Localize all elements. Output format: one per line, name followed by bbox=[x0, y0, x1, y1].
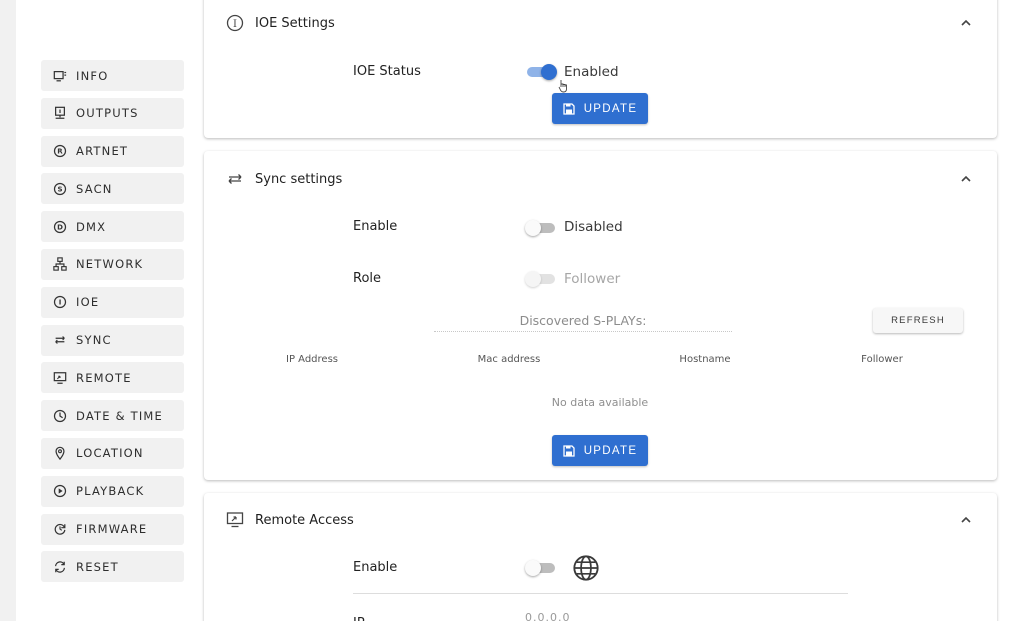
left-gutter bbox=[0, 0, 16, 621]
sidebar-item-location[interactable]: LOCATION bbox=[41, 437, 184, 469]
column-header-ip-address[interactable]: IP Address bbox=[286, 354, 338, 365]
sidebar-item-label: REMOTE bbox=[76, 370, 132, 385]
sidebar-item-label: RESET bbox=[76, 559, 119, 574]
sync-role-toggle[interactable] bbox=[525, 271, 557, 287]
reset-icon bbox=[52, 559, 68, 575]
info-panel-icon bbox=[52, 68, 68, 84]
sync-role-state: Follower bbox=[564, 271, 621, 287]
sidebar-item-info[interactable]: INFO bbox=[41, 60, 184, 91]
chevron-up-icon[interactable] bbox=[959, 16, 973, 30]
remote-enable-toggle[interactable] bbox=[525, 560, 557, 576]
ioe-i-circle-icon: I bbox=[52, 294, 68, 310]
remote-divider bbox=[353, 593, 848, 594]
remote-monitor-icon bbox=[52, 370, 68, 386]
sync-update-button[interactable]: UPDATE bbox=[552, 435, 648, 466]
sidebar-item-label: OUTPUTS bbox=[76, 106, 139, 121]
svg-text:R: R bbox=[57, 148, 63, 156]
svg-text:I: I bbox=[233, 19, 237, 30]
discovered-splays-label: Discovered S-PLAYs: bbox=[519, 313, 647, 328]
svg-text:I: I bbox=[59, 299, 62, 307]
clock-icon bbox=[52, 408, 68, 424]
sidebar-item-dmx[interactable]: D DMX bbox=[41, 211, 184, 243]
update-button-label: UPDATE bbox=[583, 102, 638, 115]
sidebar-item-artnet[interactable]: R ARTNET bbox=[41, 135, 184, 167]
sidebar-item-network[interactable]: NETWORK bbox=[41, 248, 184, 280]
no-data-message: No data available bbox=[551, 396, 649, 409]
settings-content: I IOE Settings IOE Status Enabled UPDATE… bbox=[204, 0, 997, 621]
outputs-icon bbox=[52, 105, 68, 121]
sidebar-item-label: LOCATION bbox=[76, 446, 144, 461]
sidebar-item-label: DMX bbox=[76, 219, 107, 234]
network-tree-icon bbox=[52, 256, 68, 272]
column-header-follower[interactable]: Follower bbox=[861, 354, 903, 365]
sacn-s-circle-icon: S bbox=[52, 181, 68, 197]
remote-access-header[interactable]: Remote Access bbox=[204, 496, 997, 544]
sidebar-item-remote[interactable]: REMOTE bbox=[41, 362, 184, 394]
remote-ip-label: IP bbox=[353, 616, 365, 621]
sidebar-item-outputs[interactable]: OUTPUTS bbox=[41, 97, 184, 129]
sidebar-item-date-time[interactable]: DATE & TIME bbox=[41, 400, 184, 432]
svg-text:S: S bbox=[57, 186, 62, 194]
chevron-up-icon[interactable] bbox=[959, 513, 973, 527]
sync-settings-header[interactable]: Sync settings bbox=[204, 155, 997, 203]
sidebar-item-label: ARTNET bbox=[76, 144, 129, 159]
sync-enable-label: Enable bbox=[353, 219, 398, 234]
sidebar-item-sync[interactable]: SYNC bbox=[41, 324, 184, 356]
remote-monitor-icon bbox=[226, 511, 244, 529]
update-button-label: UPDATE bbox=[583, 444, 638, 457]
ioe-status-label: IOE Status bbox=[353, 64, 421, 79]
sidebar-item-label: INFO bbox=[76, 68, 109, 83]
remote-enable-label: Enable bbox=[353, 560, 398, 575]
toggle-thumb bbox=[525, 220, 541, 236]
artnet-r-circle-icon: R bbox=[52, 143, 68, 159]
column-header-mac-address[interactable]: Mac address bbox=[478, 354, 541, 365]
ioe-settings-header[interactable]: I IOE Settings bbox=[204, 0, 997, 47]
ioe-settings-title: IOE Settings bbox=[255, 15, 335, 31]
ioe-update-button[interactable]: UPDATE bbox=[552, 93, 648, 124]
ioe-status-toggle[interactable] bbox=[527, 64, 557, 80]
sync-arrows-icon bbox=[226, 170, 244, 188]
sidebar-nav: INFO OUTPUTS R ARTNET S SACN D DMX NETWO… bbox=[41, 60, 184, 589]
ioe-status-state: Enabled bbox=[564, 64, 619, 80]
sidebar-item-ioe[interactable]: I IOE bbox=[41, 286, 184, 318]
remote-ip-value: 0.0.0.0 bbox=[525, 611, 571, 621]
toggle-thumb bbox=[525, 271, 541, 287]
save-floppy-icon bbox=[563, 444, 575, 457]
sidebar-item-label: PLAYBACK bbox=[76, 484, 145, 499]
sidebar-item-reset[interactable]: RESET bbox=[41, 551, 184, 583]
toggle-thumb bbox=[541, 64, 557, 80]
globe-icon bbox=[573, 555, 599, 581]
sidebar-item-firmware[interactable]: FIRMWARE bbox=[41, 513, 184, 545]
sync-enable-state: Disabled bbox=[564, 219, 623, 235]
remote-access-title: Remote Access bbox=[255, 512, 354, 528]
ioe-i-circle-icon: I bbox=[226, 14, 244, 32]
sync-enable-toggle[interactable] bbox=[525, 220, 557, 236]
sync-settings-title: Sync settings bbox=[255, 171, 343, 187]
hand-cursor-icon bbox=[558, 80, 567, 93]
save-floppy-icon bbox=[563, 102, 575, 115]
firmware-update-icon bbox=[52, 521, 68, 537]
sidebar-item-label: NETWORK bbox=[76, 257, 144, 272]
sync-settings-card: Sync settings Enable Disabled Role Follo… bbox=[204, 151, 997, 480]
refresh-button[interactable]: REFRESH bbox=[873, 308, 963, 333]
sidebar-item-label: IOE bbox=[76, 295, 100, 310]
remote-access-card: Remote Access Enable IP 0.0.0.0 bbox=[204, 493, 997, 621]
chevron-up-icon[interactable] bbox=[959, 172, 973, 186]
location-pin-icon bbox=[52, 445, 68, 461]
sidebar-item-label: DATE & TIME bbox=[76, 408, 164, 423]
toggle-thumb bbox=[525, 560, 541, 576]
ioe-settings-card: I IOE Settings IOE Status Enabled UPDATE bbox=[204, 0, 997, 138]
svg-text:D: D bbox=[57, 223, 63, 231]
sync-role-label: Role bbox=[353, 271, 382, 286]
sidebar-item-playback[interactable]: PLAYBACK bbox=[41, 475, 184, 507]
sidebar-item-sacn[interactable]: S SACN bbox=[41, 173, 184, 205]
sidebar-item-label: SYNC bbox=[76, 333, 112, 348]
play-circle-icon bbox=[52, 483, 68, 499]
column-header-hostname[interactable]: Hostname bbox=[679, 354, 730, 365]
sidebar-item-label: FIRMWARE bbox=[76, 522, 148, 537]
dmx-d-circle-icon: D bbox=[52, 219, 68, 235]
discovered-underline bbox=[434, 331, 732, 332]
sidebar-item-label: SACN bbox=[76, 181, 113, 196]
sync-arrows-icon bbox=[52, 332, 68, 348]
